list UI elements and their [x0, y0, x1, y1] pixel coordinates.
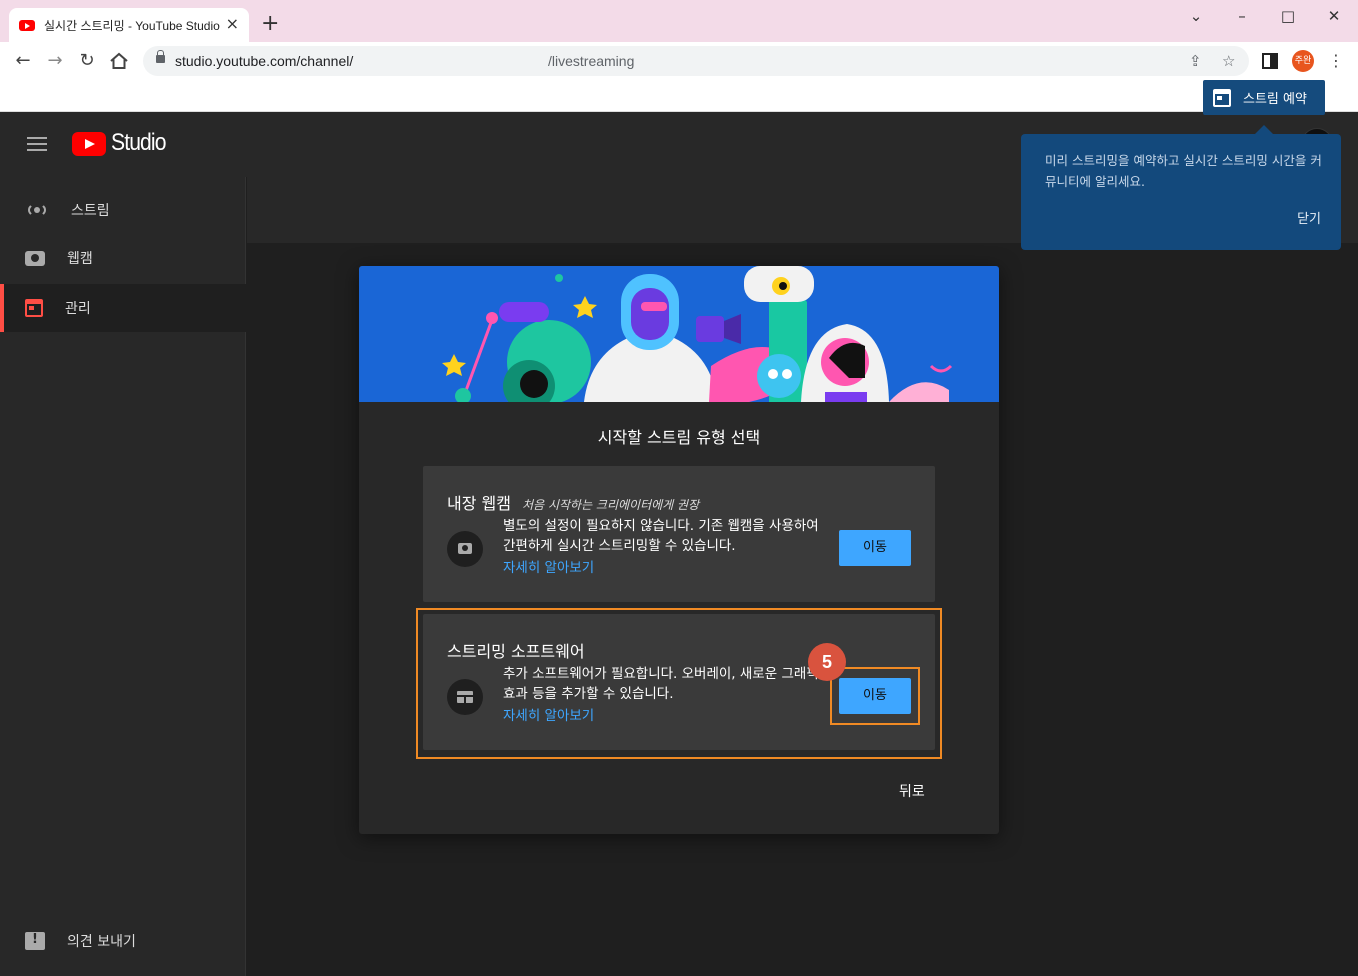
close-tab-icon[interactable]: ×	[226, 16, 239, 32]
card-description: 별도의 설정이 필요하지 않습니다. 기존 웹캠을 사용하여 간편하게 실시간 …	[503, 518, 819, 554]
back-button[interactable]: 뒤로	[899, 781, 925, 801]
sidebar: 스트림 웹캠 관리 의견 보내기	[0, 177, 246, 976]
tab-search-chevron-icon[interactable]: ⌄	[1182, 6, 1210, 26]
star-icon[interactable]: ☆	[1222, 52, 1235, 70]
card-title: 내장 웹캠 처음 시작하는 크리에이터에게 권장	[447, 490, 699, 514]
browser-menu-icon[interactable]: ⋮	[1325, 50, 1347, 72]
back-icon[interactable]: ←	[12, 50, 34, 72]
close-window-icon[interactable]: ✕	[1320, 6, 1348, 26]
camera-icon	[447, 531, 483, 567]
hamburger-menu-icon[interactable]	[27, 137, 47, 151]
lock-icon[interactable]	[156, 50, 165, 63]
maximize-icon[interactable]: □	[1274, 6, 1302, 26]
profile-avatar[interactable]: 주완	[1292, 50, 1314, 72]
highlight-go-button	[830, 667, 920, 725]
tab-title: 실시간 스트리밍 - YouTube Studio	[44, 18, 220, 33]
calendar-icon	[25, 299, 43, 317]
card-recommendation: 처음 시작하는 크리에이터에게 권장	[522, 498, 700, 512]
dialog-illustration	[359, 266, 999, 402]
home-icon[interactable]	[109, 52, 129, 70]
sidepanel-icon[interactable]	[1262, 53, 1278, 69]
sidebar-item-stream[interactable]: 스트림	[0, 186, 246, 234]
schedule-stream-label: 스트림 예약	[1243, 92, 1307, 107]
browser-tab[interactable]: 실시간 스트리밍 - YouTube Studio ×	[9, 8, 249, 42]
studio-logo-text[interactable]: Studio	[111, 129, 166, 157]
share-icon[interactable]: ⇪	[1189, 52, 1202, 70]
youtube-favicon-icon	[19, 19, 35, 31]
browser-titlebar: 실시간 스트리밍 - YouTube Studio × + ⌄ – □ ✕	[0, 0, 1358, 42]
forward-icon[interactable]: →	[44, 50, 66, 72]
youtube-logo-icon[interactable]	[72, 132, 106, 156]
live-stream-icon	[25, 202, 49, 218]
camera-icon	[25, 250, 45, 266]
dialog-title: 시작할 스트림 유형 선택	[597, 428, 761, 447]
address-bar[interactable]: studio.youtube.com/channel/ /livestreami…	[143, 46, 1249, 76]
send-feedback-button[interactable]: 의견 보내기	[0, 917, 246, 965]
tooltip-close-button[interactable]: 닫기	[1297, 208, 1321, 227]
sidebar-item-label: 스트림	[71, 203, 110, 219]
sidebar-item-label: 웹캠	[67, 251, 93, 267]
schedule-stream-button[interactable]: 스트림 예약	[1203, 80, 1325, 115]
creators-illustration	[442, 266, 953, 402]
tooltip-message: 미리 스트리밍을 예약하고 실시간 스트리밍 시간을 커뮤니티에 알리세요.	[1045, 153, 1322, 189]
feedback-label: 의견 보내기	[67, 934, 136, 950]
url-path-text: /livestreaming	[548, 53, 635, 69]
builtin-webcam-card: 내장 웹캠 처음 시작하는 크리에이터에게 권장 별도의 설정이 필요하지 않습…	[423, 466, 935, 602]
feedback-icon	[25, 932, 45, 950]
bookmarks-bar	[0, 80, 1358, 112]
new-tab-icon[interactable]: +	[261, 13, 279, 35]
browser-toolbar: ← → ↻ studio.youtube.com/channel/ /lives…	[0, 42, 1358, 80]
card-title-text: 내장 웹캠	[447, 494, 511, 513]
go-webcam-button[interactable]: 이동	[839, 530, 911, 566]
url-text: studio.youtube.com/channel/	[175, 53, 354, 69]
sidebar-item-manage[interactable]: 관리	[0, 284, 246, 332]
minimize-icon[interactable]: –	[1228, 6, 1256, 26]
reload-icon[interactable]: ↻	[76, 50, 98, 72]
learn-more-link[interactable]: 자세히 알아보기	[503, 556, 594, 576]
calendar-icon	[1213, 88, 1231, 107]
step-number-badge: 5	[808, 643, 846, 681]
schedule-tooltip: 미리 스트리밍을 예약하고 실시간 스트리밍 시간을 커뮤니티에 알리세요. 닫…	[1021, 125, 1341, 250]
sidebar-item-label: 관리	[65, 301, 91, 317]
sidebar-item-webcam[interactable]: 웹캠	[0, 234, 246, 282]
